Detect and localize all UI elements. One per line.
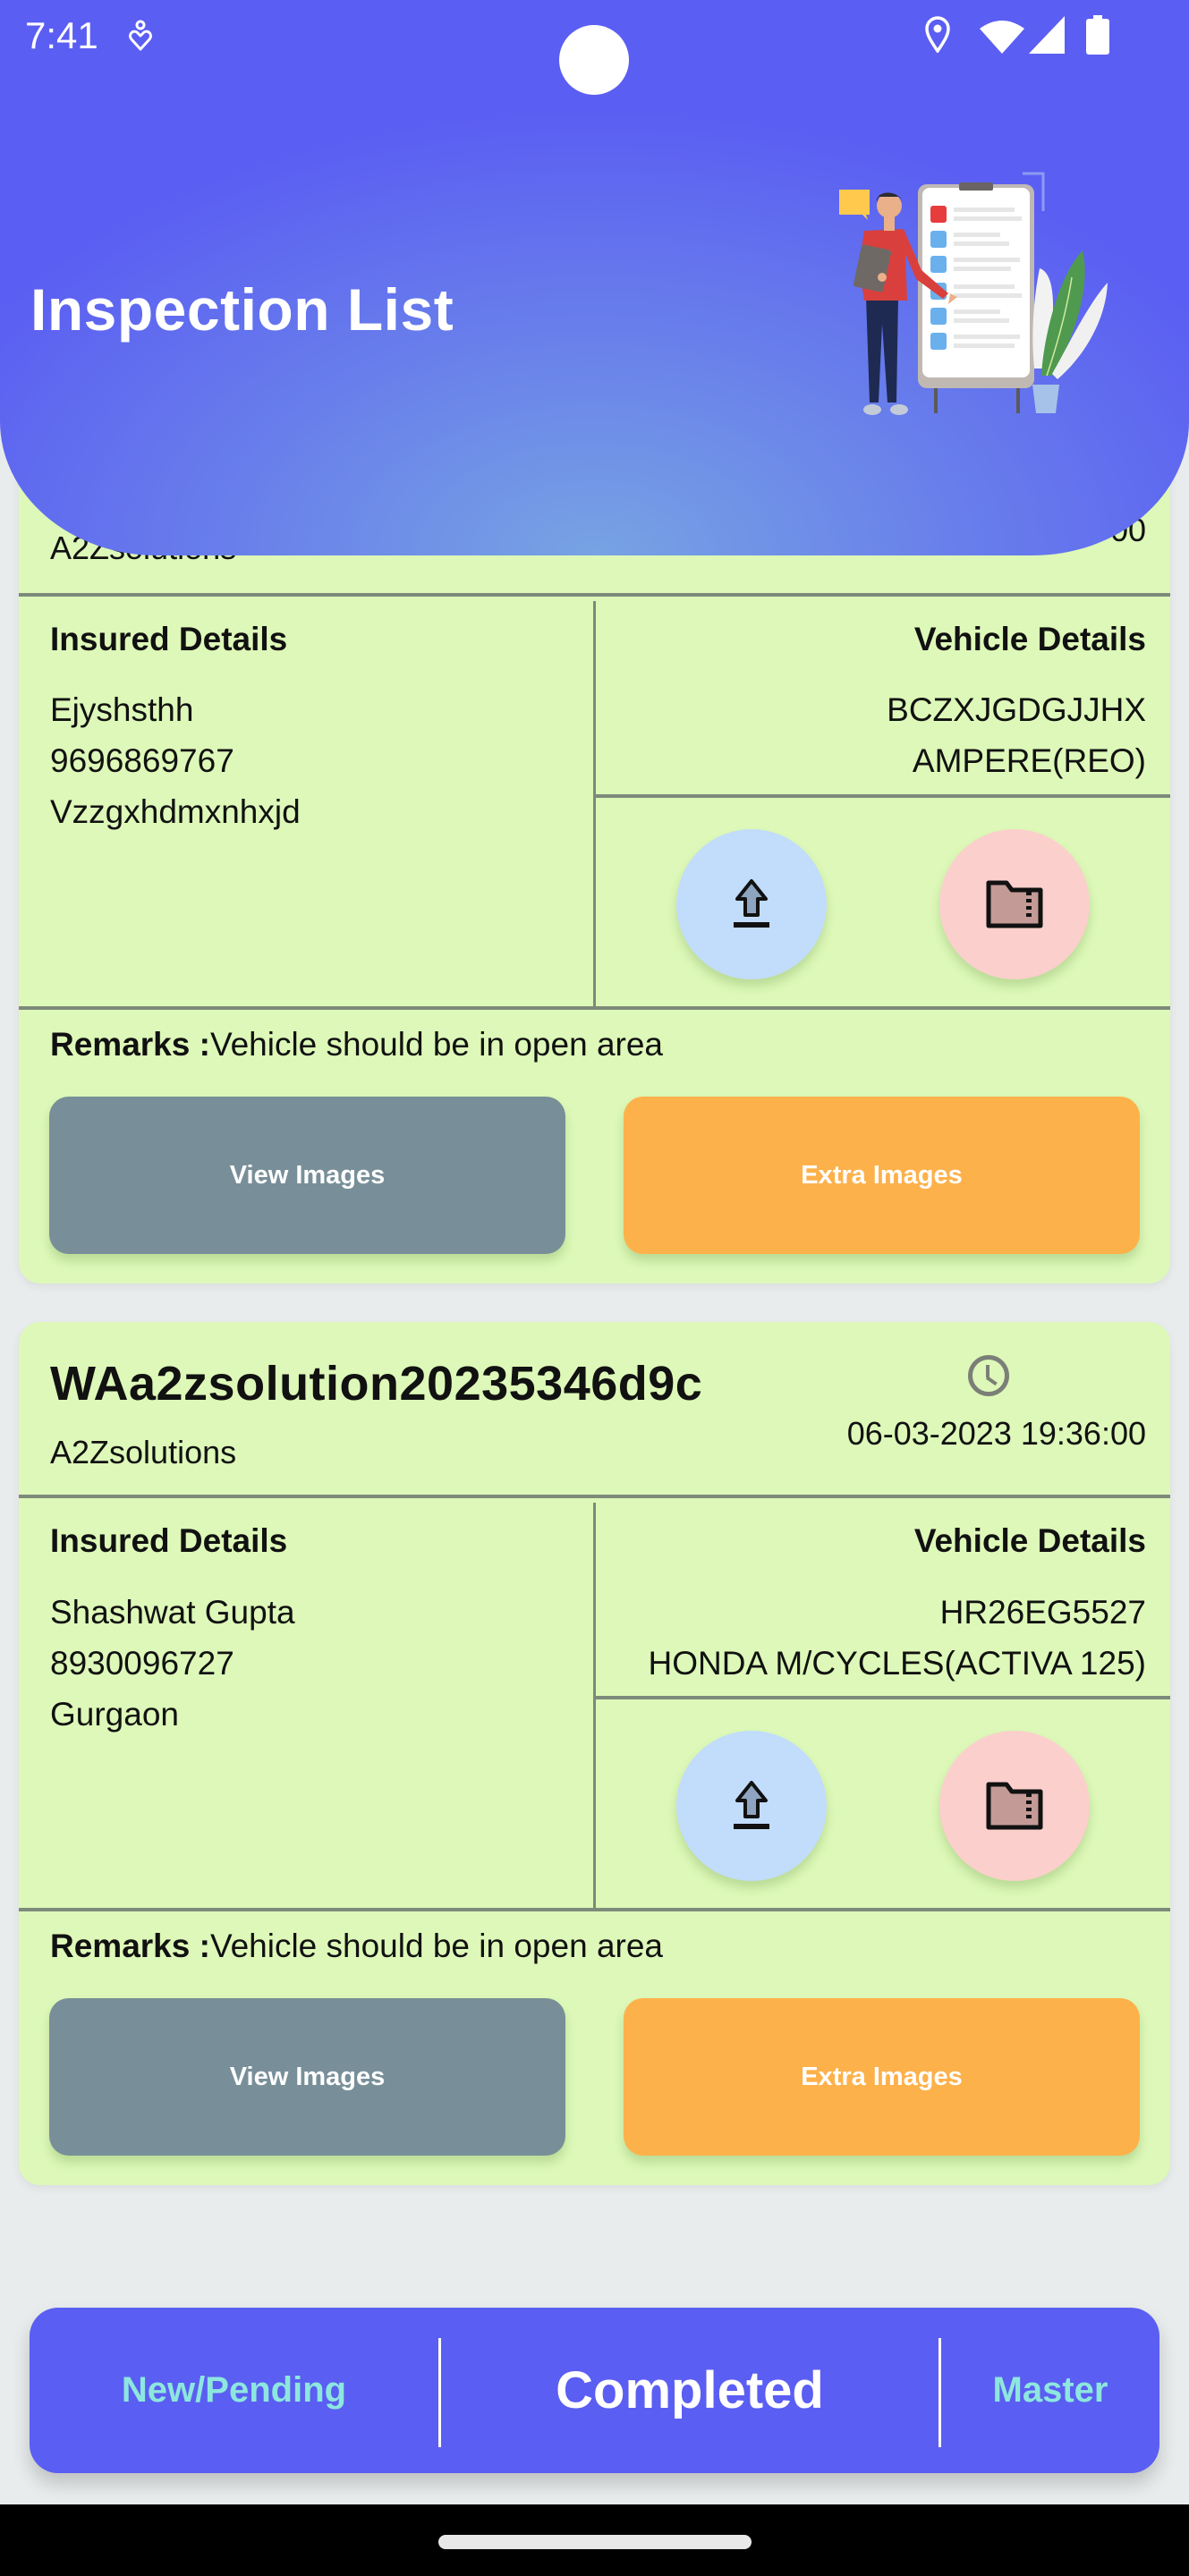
accessibility-heart-icon	[129, 20, 152, 51]
extra-images-button[interactable]: Extra Images	[624, 1097, 1140, 1254]
upload-button[interactable]	[676, 1731, 827, 1881]
company-name: A2Zsolutions	[50, 1434, 237, 1470]
status-time: 7:41	[25, 14, 98, 56]
camera-cutout	[559, 25, 629, 95]
screen: A2Zsolutions 00 Insured Details Ejyshsth…	[0, 0, 1189, 2576]
view-images-button[interactable]: View Images	[49, 1097, 565, 1254]
divider	[19, 1495, 1170, 1498]
header: 7:41 Inspection List	[0, 0, 1189, 555]
view-images-button[interactable]: View Images	[49, 1998, 565, 2156]
vehicle-details-heading: Vehicle Details	[913, 621, 1146, 657]
vehicle-model: HONDA M/CYCLES(ACTIVA 125)	[648, 1645, 1146, 1682]
insured-details-heading: Insured Details	[50, 1522, 288, 1559]
signal-icon	[1029, 16, 1065, 54]
divider	[593, 601, 596, 1008]
divider	[593, 1503, 596, 1910]
zip-folder-icon	[986, 880, 1043, 928]
vehicle-registration: BCZXJGDGJJHX	[887, 691, 1146, 728]
home-gesture-handle[interactable]	[438, 2535, 752, 2549]
remarks: Remarks :Vehicle should be in open area	[50, 1928, 663, 1965]
divider	[19, 1006, 1170, 1010]
extra-images-button[interactable]: Extra Images	[624, 1998, 1140, 2156]
location-icon	[925, 16, 950, 53]
upload-icon	[734, 879, 769, 928]
remarks-text: Vehicle should be in open area	[209, 1026, 663, 1063]
clock-icon	[968, 1355, 1009, 1396]
tab-completed[interactable]: Completed	[441, 2308, 938, 2473]
remarks-text: Vehicle should be in open area	[209, 1928, 663, 1964]
insured-location: Gurgaon	[50, 1696, 179, 1733]
insured-location: Vzzgxhdmxnhxjd	[50, 793, 301, 830]
insured-name: Ejyshsthh	[50, 691, 194, 728]
zip-folder-icon	[986, 1782, 1043, 1830]
insured-phone: 9696869767	[50, 742, 234, 779]
folder-button[interactable]	[939, 829, 1090, 979]
insured-details-heading: Insured Details	[50, 621, 288, 657]
bottom-nav: New/Pending Completed Master	[30, 2308, 1159, 2473]
vehicle-details-heading: Vehicle Details	[913, 1522, 1146, 1559]
battery-icon	[1086, 15, 1109, 55]
insured-name: Shashwat Gupta	[50, 1594, 295, 1631]
tab-master[interactable]: Master	[941, 2308, 1159, 2473]
inspection-card[interactable]: WAa2zsolution20235346d9c A2Zsolutions 06…	[19, 1322, 1170, 2185]
divider	[19, 1908, 1170, 1911]
wifi-icon	[980, 21, 1024, 54]
inspection-datetime: 06-03-2023 19:36:00	[846, 1415, 1146, 1452]
remarks-label: Remarks :	[50, 1928, 210, 1964]
divider	[596, 1696, 1170, 1699]
page-title: Inspection List	[30, 276, 454, 343]
vehicle-registration: HR26EG5527	[939, 1594, 1146, 1631]
tab-new-pending[interactable]: New/Pending	[30, 2308, 438, 2473]
inspector-checklist-illustration	[839, 172, 1108, 415]
divider	[596, 794, 1170, 798]
upload-icon	[734, 1781, 769, 1829]
remarks-label: Remarks :	[50, 1026, 210, 1063]
upload-button[interactable]	[676, 829, 827, 979]
divider	[19, 593, 1170, 597]
insured-phone: 8930096727	[50, 1645, 234, 1682]
remarks: Remarks :Vehicle should be in open area	[50, 1026, 663, 1063]
system-navigation-bar	[0, 2504, 1189, 2576]
vehicle-model: AMPERE(REO)	[912, 742, 1146, 779]
inspection-id: WAa2zsolution20235346d9c	[50, 1357, 703, 1411]
folder-button[interactable]	[939, 1731, 1090, 1881]
